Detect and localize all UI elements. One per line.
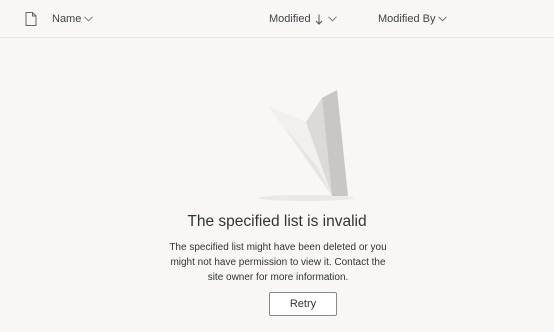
chevron-down-icon	[84, 16, 94, 22]
chevron-down-icon	[438, 16, 448, 22]
paper-airplane-illustration	[248, 86, 360, 202]
sort-descending-icon	[315, 14, 323, 25]
modified-by-column-label: Modified By	[378, 13, 436, 25]
modified-column-header[interactable]: Modified	[269, 0, 337, 38]
empty-state-message: The specified list might have been delet…	[169, 242, 387, 283]
name-column-label: Name	[52, 13, 82, 25]
list-column-header: Name Modified Modified By	[0, 0, 554, 38]
empty-state-title: The specified list is invalid	[187, 213, 367, 230]
file-type-column-header[interactable]	[24, 0, 38, 38]
chevron-down-icon	[327, 16, 337, 22]
name-column-header[interactable]: Name	[52, 0, 94, 38]
modified-by-column-header[interactable]: Modified By	[378, 0, 448, 38]
modified-column-label: Modified	[269, 13, 311, 25]
retry-button[interactable]: Retry	[269, 292, 337, 316]
document-icon	[25, 12, 37, 26]
